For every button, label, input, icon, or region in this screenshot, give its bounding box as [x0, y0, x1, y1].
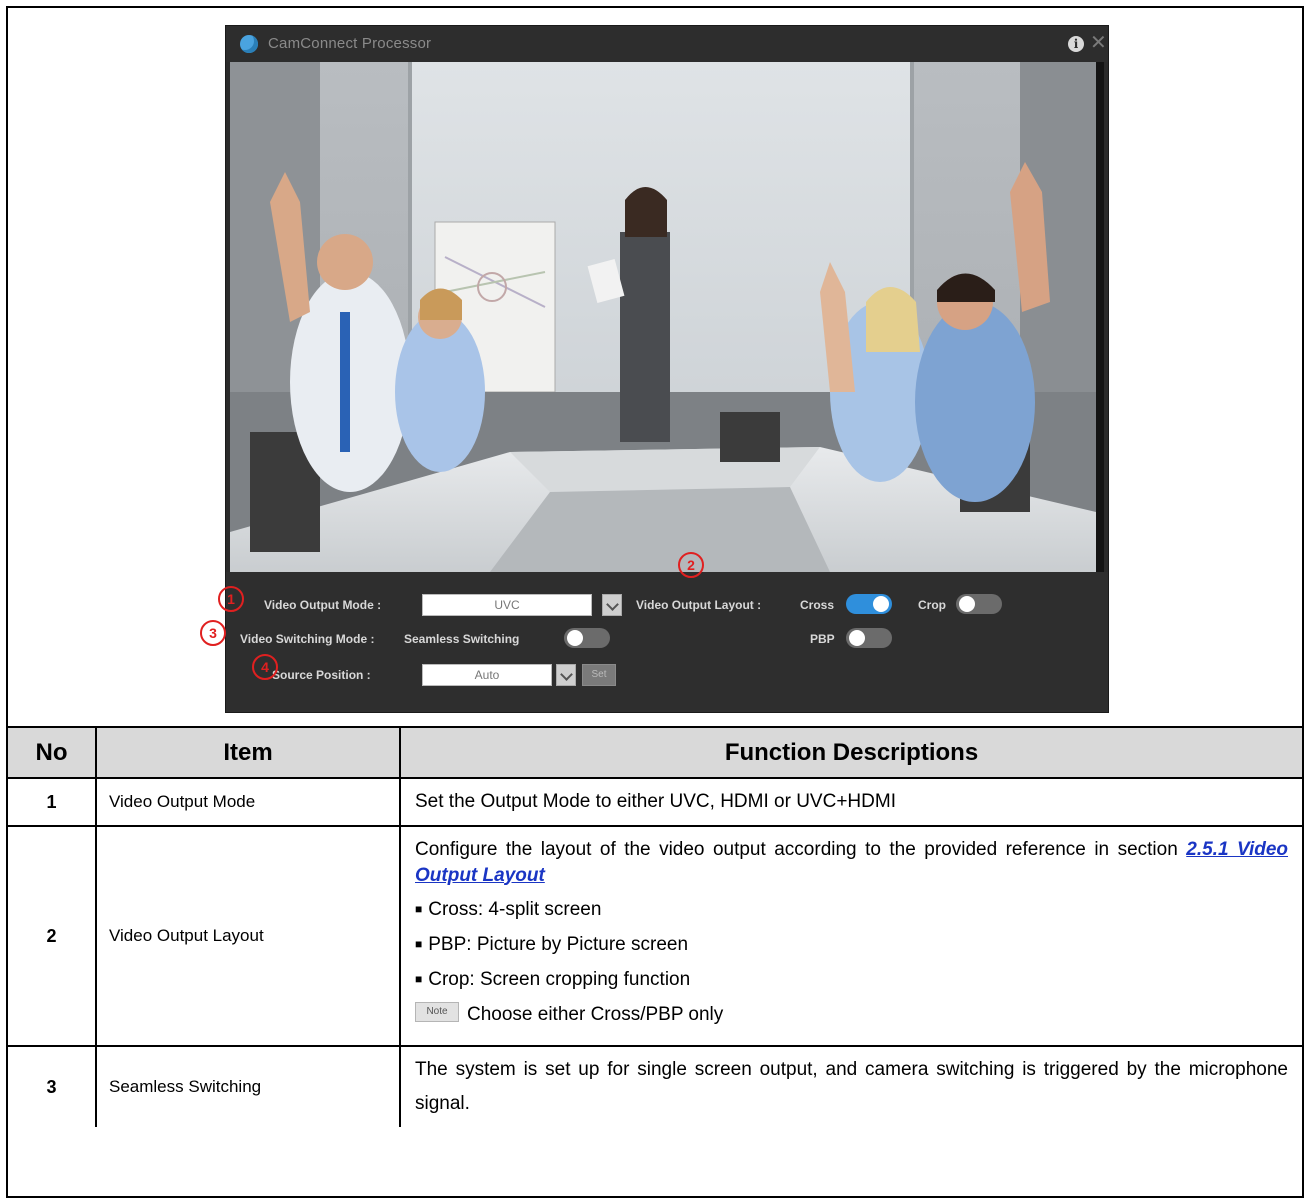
note-badge: Note	[415, 1002, 459, 1023]
close-icon[interactable]: ✕	[1090, 32, 1107, 54]
pbp-label: PBP	[810, 632, 835, 646]
bullet-square-icon: ■	[415, 901, 423, 916]
seamless-switching-toggle[interactable]	[564, 628, 610, 648]
toggle-knob	[959, 596, 975, 612]
bullet-square-icon: ■	[415, 971, 423, 986]
video-output-mode-select[interactable]: UVC	[422, 594, 592, 616]
callout-4: 4	[252, 654, 278, 680]
table-row: 2 Video Output Layout Configure the layo…	[8, 825, 1302, 1047]
callout-1: 1	[218, 586, 244, 612]
callout-2: 2	[678, 552, 704, 578]
set-button[interactable]: Set	[582, 664, 616, 686]
chevron-down-icon[interactable]	[602, 594, 622, 616]
pbp-toggle[interactable]	[846, 628, 892, 648]
bullet-item: ■ PBP: Picture by Picture screen	[415, 932, 1288, 959]
bullet-text: PBP: Picture by Picture screen	[428, 933, 689, 955]
row-description: The system is set up for single screen o…	[399, 1045, 1302, 1127]
table-row: 3 Seamless Switching The system is set u…	[8, 1045, 1302, 1127]
bullet-text: Crop: Screen cropping function	[428, 968, 691, 990]
note-line: Note Choose either Cross/PBP only	[415, 1002, 1288, 1028]
row-item: Seamless Switching	[95, 1045, 401, 1127]
app-logo-icon	[240, 35, 258, 53]
toggle-knob	[567, 630, 583, 646]
header-function-descriptions: Function Descriptions	[399, 728, 1302, 779]
meeting-room-image	[230, 62, 1096, 572]
app-title: CamConnect Processor	[268, 35, 432, 52]
crop-label: Crop	[918, 598, 946, 612]
seamless-switching-label: Seamless Switching	[404, 632, 520, 646]
row-description: Set the Output Mode to either UVC, HDMI …	[399, 777, 1302, 827]
info-icon[interactable]: i	[1068, 36, 1084, 52]
row-number: 2	[8, 825, 97, 1047]
callout-3: 3	[200, 620, 226, 646]
description-intro: Configure the layout of the video output…	[415, 837, 1288, 889]
video-output-layout-label: Video Output Layout :	[636, 598, 762, 612]
row-description: Configure the layout of the video output…	[399, 825, 1302, 1047]
function-table: No Item Function Descriptions 1 Video Ou…	[8, 728, 1302, 1127]
row-item: Video Output Mode	[95, 777, 401, 827]
video-preview	[230, 62, 1096, 572]
app-window: CamConnect Processor i ✕ Video Output Mo…	[200, 26, 1108, 712]
bullet-square-icon: ■	[415, 936, 423, 951]
toggle-knob	[873, 596, 889, 612]
toggle-knob	[849, 630, 865, 646]
header-item: Item	[95, 728, 401, 779]
cross-label: Cross	[800, 598, 835, 612]
bullet-text: Cross: 4-split screen	[428, 898, 602, 920]
description-intro-text: Configure the layout of the video output…	[415, 838, 1178, 860]
cross-toggle[interactable]	[846, 594, 892, 614]
row-number: 1	[8, 777, 97, 827]
row-item: Video Output Layout	[95, 825, 401, 1047]
bullet-item: ■ Crop: Screen cropping function	[415, 967, 1288, 994]
source-position-select[interactable]: Auto	[422, 664, 552, 686]
video-switching-mode-label: Video Switching Mode :	[240, 632, 375, 646]
screenshot-row: CamConnect Processor i ✕ Video Output Mo…	[8, 8, 1302, 728]
document-frame: CamConnect Processor i ✕ Video Output Mo…	[6, 6, 1304, 1198]
source-position-label: Source Position :	[272, 668, 371, 682]
video-output-mode-label: Video Output Mode :	[264, 598, 382, 612]
title-bar: CamConnect Processor i ✕	[226, 26, 1108, 62]
table-row: 1 Video Output Mode Set the Output Mode …	[8, 777, 1302, 827]
note-text: Choose either Cross/PBP only	[467, 1003, 724, 1025]
chevron-down-icon[interactable]	[556, 664, 576, 686]
crop-toggle[interactable]	[956, 594, 1002, 614]
header-no: No	[8, 728, 97, 779]
bullet-item: ■ Cross: 4-split screen	[415, 897, 1288, 924]
controls-panel: Video Output Mode : UVC Video Output Lay…	[200, 552, 1108, 712]
row-number: 3	[8, 1045, 97, 1127]
table-header-row: No Item Function Descriptions	[8, 728, 1302, 779]
video-scrollbar[interactable]	[1096, 62, 1104, 572]
